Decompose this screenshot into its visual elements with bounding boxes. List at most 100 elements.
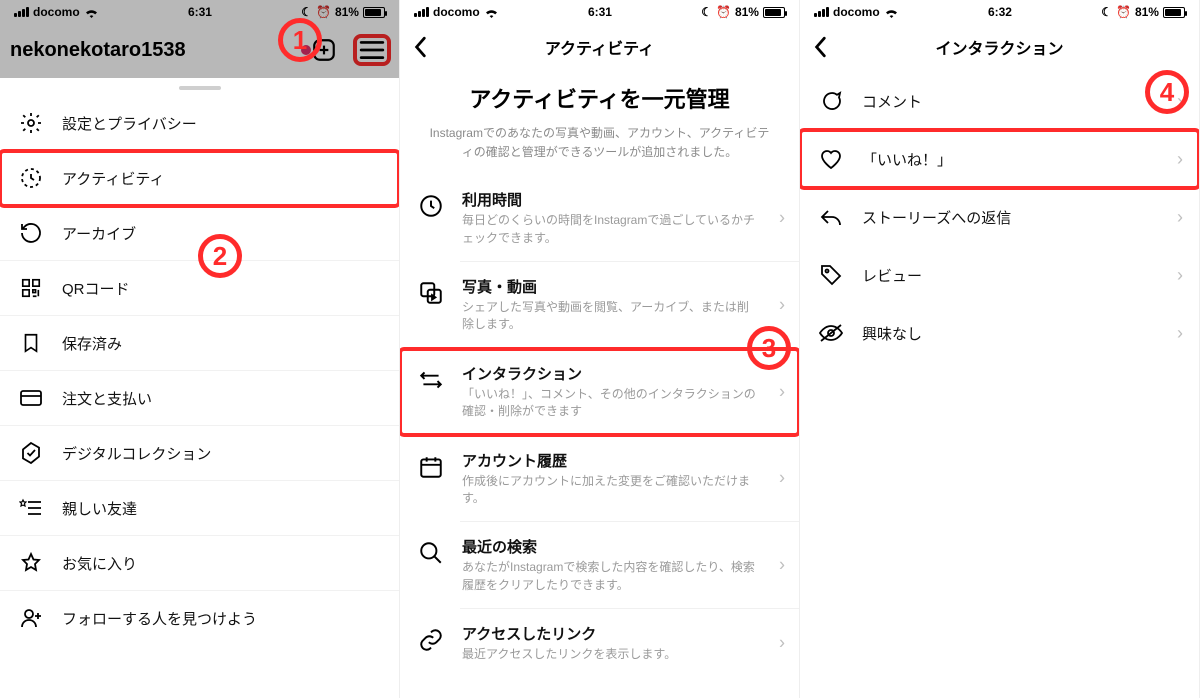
row-not-interested[interactable]: 興味なし › <box>800 304 1199 362</box>
profile-header: nekonekotaro1538 <box>0 22 399 78</box>
clock-label: 6:31 <box>588 5 612 19</box>
moon-icon: ☾ <box>301 5 312 19</box>
menu-archive[interactable]: アーカイブ <box>0 206 399 261</box>
chevron-right-icon: › <box>1177 91 1183 112</box>
media-icon <box>416 278 446 308</box>
row-title: 最近の検索 <box>462 536 759 557</box>
heart-icon <box>818 146 844 172</box>
hexagon-check-icon <box>18 440 44 466</box>
row-title: アカウント履歴 <box>462 450 759 471</box>
menu-label: アクティビティ <box>62 168 164 189</box>
chevron-right-icon: › <box>1177 323 1183 344</box>
row-title: 利用時間 <box>462 189 759 210</box>
clock-label: 6:31 <box>188 5 212 19</box>
row-reviews[interactable]: レビュー › <box>800 246 1199 304</box>
row-story-replies[interactable]: ストーリーズへの返信 › <box>800 188 1199 246</box>
clock-label: 6:32 <box>988 5 1012 19</box>
chevron-right-icon: › <box>779 468 785 489</box>
star-icon <box>18 550 44 576</box>
signal-icon <box>414 7 429 17</box>
row-sub: シェアした写真や動画を閲覧、アーカイブ、または削除します。 <box>462 299 759 334</box>
back-button[interactable] <box>808 22 834 72</box>
row-sub: 「いいね！」、コメント、その他のインタラクションの確認・削除ができます <box>462 386 759 421</box>
reply-icon <box>818 204 844 230</box>
menu-orders[interactable]: 注文と支払い <box>0 371 399 426</box>
menu-label: 設定とプライバシー <box>62 113 197 134</box>
link-icon <box>416 625 446 655</box>
list-star-icon <box>18 495 44 521</box>
chevron-right-icon: › <box>779 633 785 654</box>
nav-bar: インタラクション <box>800 22 1199 72</box>
row-recent-searches[interactable]: 最近の検索あなたがInstagramで検索した内容を確認したり、検索履歴をクリア… <box>400 522 799 608</box>
wifi-icon <box>884 7 899 18</box>
chevron-right-icon: › <box>779 555 785 576</box>
menu-settings-privacy[interactable]: 設定とプライバシー <box>0 96 399 151</box>
carrier-label: docomo <box>433 5 480 19</box>
menu-label: アーカイブ <box>62 223 136 244</box>
row-likes[interactable]: 「いいね！」 › <box>800 130 1199 188</box>
card-icon <box>18 385 44 411</box>
battery-icon <box>1163 7 1185 18</box>
chevron-left-icon <box>414 36 428 58</box>
battery-icon <box>763 7 785 18</box>
battery-label: 81% <box>1135 5 1159 19</box>
row-label: レビュー <box>862 265 922 286</box>
menu-label: 注文と支払い <box>62 388 152 409</box>
row-sub: 毎日どのくらいの時間をInstagramで過ごしているかチェックできます。 <box>462 212 759 247</box>
moon-icon: ☾ <box>1101 5 1112 19</box>
carrier-label: docomo <box>833 5 880 19</box>
menu-label: 保存済み <box>62 333 122 354</box>
alarm-icon: ⏰ <box>716 5 731 19</box>
row-account-history[interactable]: アカウント履歴作成後にアカウントに加えた変更をご確認いただけます。 › <box>400 436 799 522</box>
pane-interactions: docomo 6:32 ☾ ⏰ 81% インタラクション 4 コメント › 「い… <box>800 0 1200 698</box>
pane-activity: docomo 6:31 ☾ ⏰ 81% アクティビティ アクティビティを一元管理… <box>400 0 800 698</box>
menu-label: デジタルコレクション <box>62 443 211 464</box>
alarm-icon: ⏰ <box>1116 5 1131 19</box>
row-comments[interactable]: コメント › <box>800 72 1199 130</box>
moon-icon: ☾ <box>701 5 712 19</box>
chevron-right-icon: › <box>779 208 785 229</box>
wifi-icon <box>484 7 499 18</box>
menu-close-friends[interactable]: 親しい友達 <box>0 481 399 536</box>
sheet-handle[interactable] <box>179 86 221 90</box>
hamburger-menu-icon[interactable] <box>359 40 385 60</box>
chevron-right-icon: › <box>1177 207 1183 228</box>
pane-profile-menu: docomo 6:31 ☾ ⏰ 81% nekonekotaro1538 1 設… <box>0 0 400 698</box>
row-interactions[interactable]: インタラクション「いいね！」、コメント、その他のインタラクションの確認・削除がで… <box>400 349 799 435</box>
row-sub: 最近アクセスしたリンクを表示します。 <box>462 646 759 663</box>
battery-label: 81% <box>335 5 359 19</box>
hero-subtitle: Instagramでのあなたの写真や動画、アカウント、アクティビティの確認と管理… <box>426 124 773 161</box>
menu-saved[interactable]: 保存済み <box>0 316 399 371</box>
menu-qr[interactable]: QRコード <box>0 261 399 316</box>
row-label: コメント <box>862 91 922 112</box>
menu-activity[interactable]: アクティビティ <box>0 151 399 206</box>
alarm-icon: ⏰ <box>316 5 331 19</box>
row-visited-links[interactable]: アクセスしたリンク最近アクセスしたリンクを表示します。 › <box>400 609 799 677</box>
battery-label: 81% <box>735 5 759 19</box>
status-bar: docomo 6:31 ☾ ⏰ 81% <box>400 0 799 22</box>
menu-favorites[interactable]: お気に入り <box>0 536 399 591</box>
menu-label: 親しい友達 <box>62 498 137 519</box>
row-label: ストーリーズへの返信 <box>862 207 1011 228</box>
comment-icon <box>818 88 844 114</box>
chevron-left-icon <box>814 36 828 58</box>
activity-hero: アクティビティを一元管理 Instagramでのあなたの写真や動画、アカウント、… <box>400 72 799 175</box>
calendar-icon <box>416 452 446 482</box>
row-sub: あなたがInstagramで検索した内容を確認したり、検索履歴をクリアしたりでき… <box>462 559 759 594</box>
row-time-spent[interactable]: 利用時間毎日どのくらいの時間をInstagramで過ごしているかチェックできます… <box>400 175 799 261</box>
menu-label: QRコード <box>62 278 130 299</box>
page-title: アクティビティ <box>545 35 654 59</box>
menu-digital-collectibles[interactable]: デジタルコレクション <box>0 426 399 481</box>
chevron-right-icon: › <box>1177 149 1183 170</box>
row-photos-videos[interactable]: 写真・動画シェアした写真や動画を閲覧、アーカイブ、または削除します。 › <box>400 262 799 348</box>
bookmark-icon <box>18 330 44 356</box>
row-label: 「いいね！」 <box>862 149 952 170</box>
clock-icon <box>416 191 446 221</box>
menu-label: フォローする人を見つけよう <box>62 608 257 629</box>
back-button[interactable] <box>408 22 434 72</box>
username-label[interactable]: nekonekotaro1538 <box>10 39 295 62</box>
create-post-icon[interactable] <box>311 37 337 63</box>
eye-off-icon <box>818 320 844 346</box>
notification-dot-icon <box>301 45 311 55</box>
menu-discover-people[interactable]: フォローする人を見つけよう <box>0 591 399 645</box>
